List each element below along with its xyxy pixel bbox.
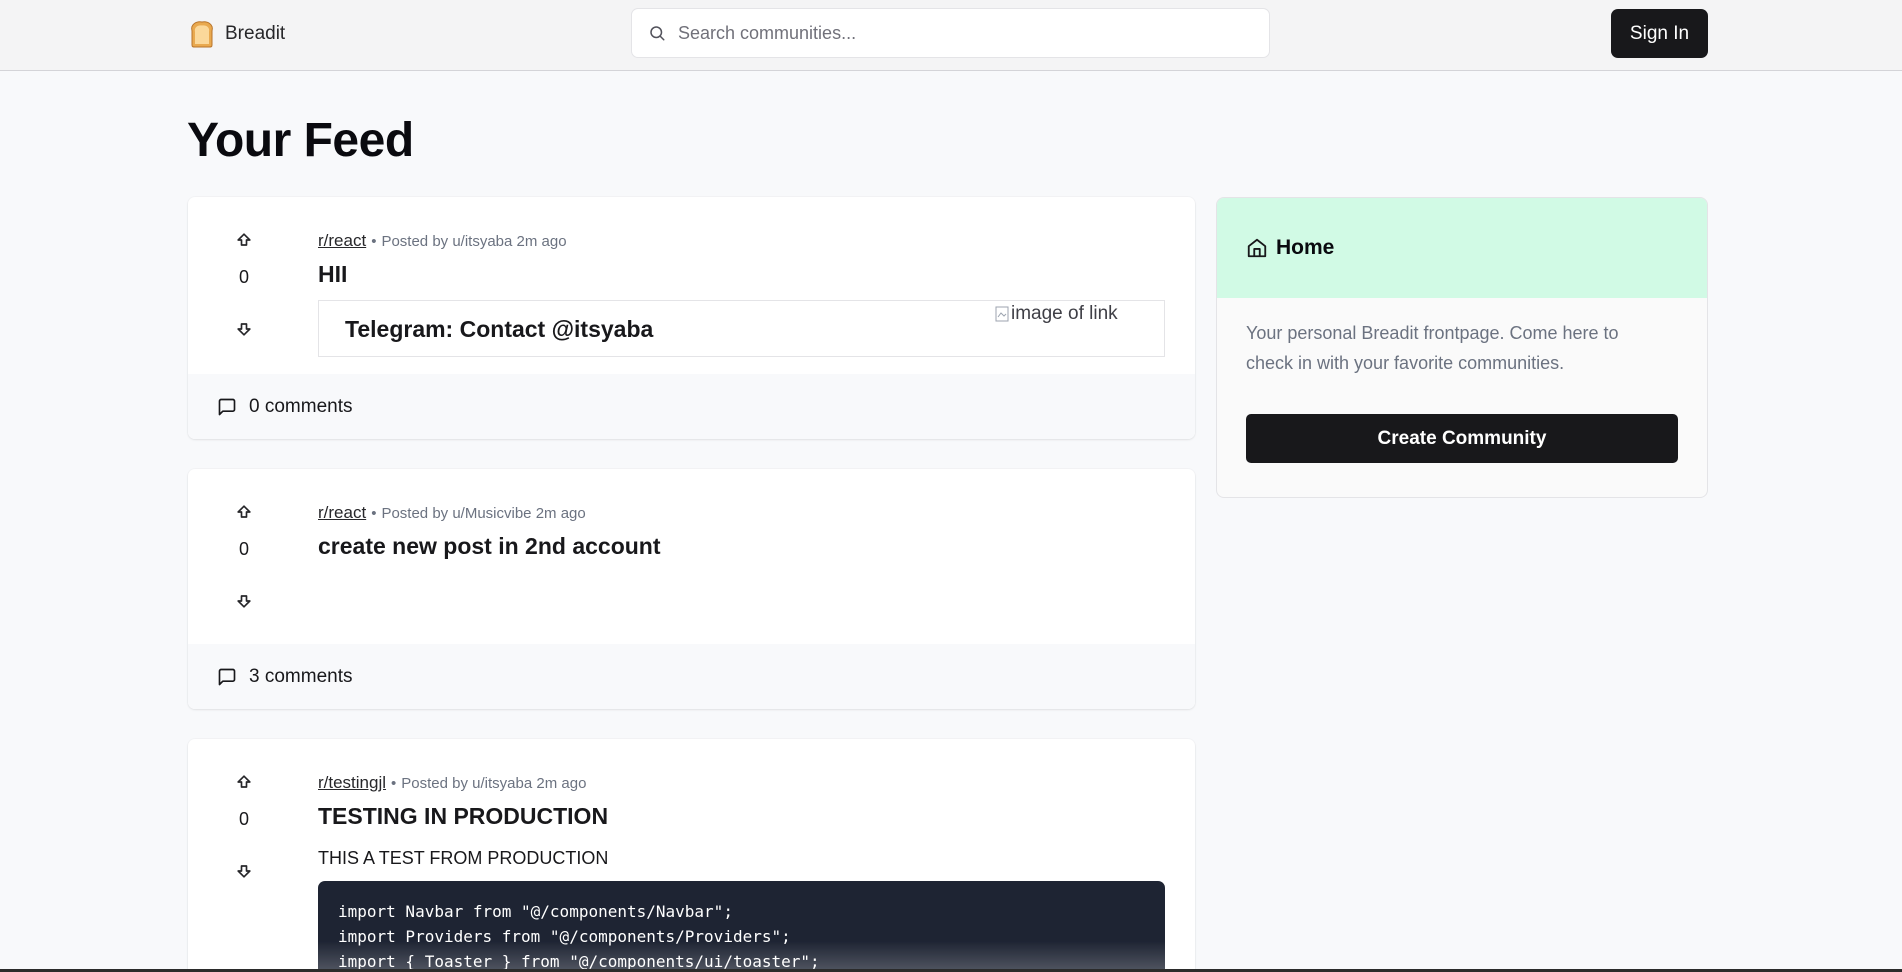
subreddit-link[interactable]: r/testingjl [318,773,386,792]
search-icon [650,26,665,41]
arrow-big-down-icon [237,595,251,608]
vote-count: 0 [238,539,249,559]
navbar: Breadit Sign In [0,0,1902,71]
vote-count: 0 [238,809,249,829]
post-card: 0 r/testingjl • Posted by u/itsyaba 2m ago… [188,739,1195,972]
comments-link[interactable]: 3 comments [188,644,1195,709]
home-logo-link[interactable]: Breadit [187,18,285,50]
message-square-icon [218,668,236,685]
posted-by: Posted by u/itsyaba 2m ago [381,233,567,250]
sidebar-title: Home [1276,236,1335,259]
downvote-button[interactable] [228,316,260,342]
post-text: THIS A TEST FROM PRODUCTION [318,848,609,868]
broken-image-icon [995,306,1009,322]
arrow-big-up-icon [237,775,251,788]
home-sidebar-card: Home Your personal Breadit frontpage. Co… [1216,197,1708,498]
sidebar-description: Your personal Breadit frontpage. Come he… [1246,323,1619,373]
meta-separator: • [371,505,377,522]
subreddit-link[interactable]: r/react [318,503,366,522]
post-body: r/react • Posted by u/itsyaba 2m ago HII T… [318,231,1165,357]
search-input[interactable] [678,22,1269,44]
vote-count: 0 [238,267,249,287]
bread-logo-icon [191,21,213,48]
arrow-big-down-icon [237,323,251,336]
link-preview-card[interactable]: Telegram: Contact @itsyaba image of link [318,300,1165,357]
code-block: import Navbar from "@/components/Navbar"… [318,881,1165,972]
page-title: Your Feed [187,114,414,167]
message-square-icon [218,398,236,415]
posted-by: Posted by u/Musicvibe 2m ago [381,505,586,522]
post-title[interactable]: create new post in 2nd account [318,533,1165,560]
posted-by: Posted by u/itsyaba 2m ago [401,775,587,792]
search-bar[interactable] [631,8,1270,58]
logo-text: Breadit [225,23,286,44]
post-card: 0 r/react • Posted by u/Musicvibe 2m ago c… [188,469,1195,709]
comments-count: 3 comments [249,665,353,687]
post-meta: r/react • Posted by u/Musicvibe 2m ago [318,503,1165,523]
comments-count: 0 comments [249,395,353,417]
comments-link[interactable]: 0 comments [188,374,1195,439]
post-meta: r/react • Posted by u/itsyaba 2m ago [318,231,1165,251]
post-title[interactable]: HII [318,261,1165,288]
upvote-button[interactable] [228,769,260,795]
downvote-button[interactable] [228,858,260,884]
downvote-button[interactable] [228,588,260,614]
upvote-button[interactable] [228,227,260,253]
meta-separator: • [391,775,397,792]
post-meta: r/testingjl • Posted by u/itsyaba 2m ago [318,773,1165,793]
post-title[interactable]: TESTING IN PRODUCTION [318,803,1165,830]
upvote-button[interactable] [228,499,260,525]
arrow-big-up-icon [237,505,251,518]
link-preview-title: Telegram: Contact @itsyaba [345,316,654,342]
post-body: r/testingjl • Posted by u/itsyaba 2m ago T… [318,773,1165,972]
arrow-big-down-icon [237,865,251,878]
meta-separator: • [371,233,377,250]
post-body: r/react • Posted by u/Musicvibe 2m ago cre… [318,503,1165,560]
subreddit-link[interactable]: r/react [318,231,366,250]
link-preview-image: image of link [995,303,1118,325]
post-card: 0 r/react • Posted by u/itsyaba 2m ago HII… [188,197,1195,439]
link-image-alt-text: image of link [1011,303,1118,324]
sign-in-button[interactable]: Sign In [1611,9,1708,58]
create-community-button[interactable]: Create Community [1246,414,1678,463]
sidebar-header: Home [1217,198,1707,298]
home-icon [1247,238,1267,258]
code-line: import Navbar from "@/components/Navbar"… [338,902,733,921]
code-line: import Providers from "@/components/Prov… [338,927,791,946]
arrow-big-up-icon [237,233,251,246]
